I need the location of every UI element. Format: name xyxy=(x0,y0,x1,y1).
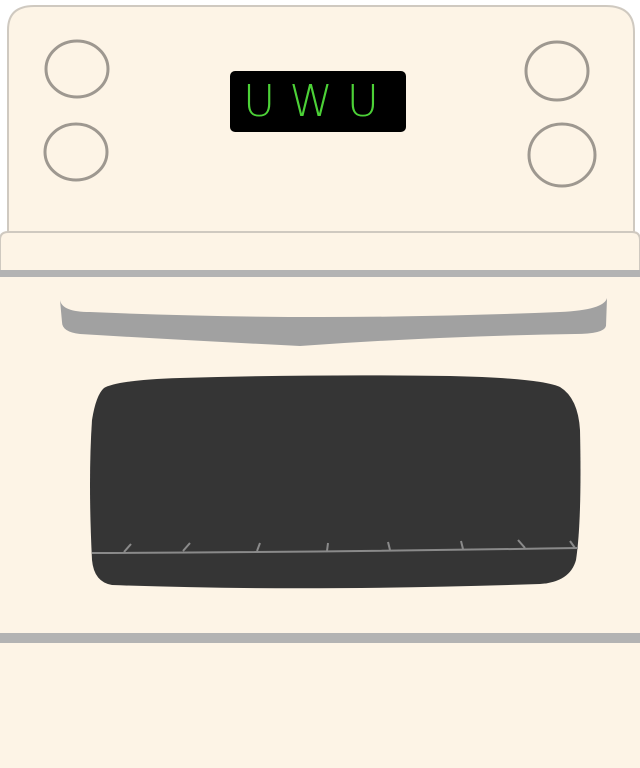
cooktop-ledge xyxy=(0,231,640,273)
stove-svg: UWU xyxy=(0,5,640,768)
bottom-trim xyxy=(0,633,640,643)
top-trim xyxy=(0,270,640,277)
display-readout: UWU xyxy=(243,76,393,127)
stove-illustration: UWU xyxy=(0,0,640,768)
storage-drawer[interactable] xyxy=(0,643,640,768)
digital-display: UWU xyxy=(230,71,406,132)
oven-door[interactable] xyxy=(0,277,640,635)
oven-window xyxy=(90,375,581,589)
